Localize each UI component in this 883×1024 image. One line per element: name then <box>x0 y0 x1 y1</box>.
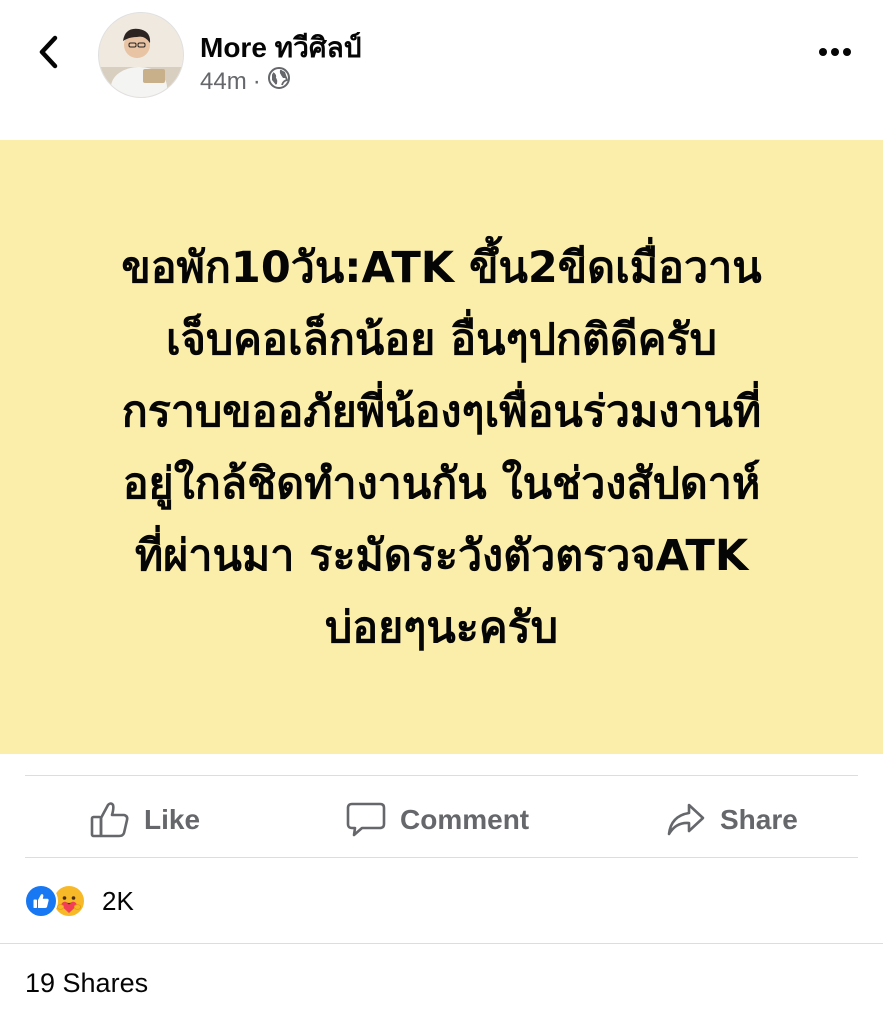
thumbs-up-icon <box>90 801 130 839</box>
shares-count[interactable]: 19 Shares <box>25 968 148 999</box>
like-reaction-icon <box>24 884 58 918</box>
more-options-button[interactable] <box>815 38 855 68</box>
globe-icon[interactable] <box>267 66 291 97</box>
author-name[interactable]: More ทวีศิลป์ <box>200 26 362 70</box>
like-button[interactable]: Like <box>90 790 200 850</box>
divider <box>25 857 858 858</box>
post-meta: 44m · <box>200 66 291 97</box>
meta-separator: · <box>252 67 261 95</box>
comment-icon <box>346 801 386 839</box>
author-avatar[interactable] <box>98 12 184 98</box>
avatar-photo <box>99 13 183 97</box>
post-time[interactable]: 44m <box>200 68 247 96</box>
post-text: ขอพัก10วัน:ATK ขึ้น2ขีดเมื่อวาน เจ็บคอเล… <box>121 243 762 653</box>
reactions-summary[interactable]: 2K <box>24 883 134 919</box>
share-button[interactable]: Share <box>666 790 798 850</box>
chevron-left-icon <box>36 34 60 75</box>
divider <box>25 775 858 776</box>
back-button[interactable] <box>30 34 66 74</box>
reaction-count: 2K <box>102 885 134 916</box>
post-header: More ทวีศิลป์ 44m · <box>0 0 883 140</box>
share-arrow-icon <box>666 801 706 839</box>
post-page: More ทวีศิลป์ 44m · ขอพัก10วัน:ATK ขึ้น2… <box>0 0 883 1024</box>
share-label: Share <box>720 804 798 835</box>
comment-label: Comment <box>400 804 530 835</box>
ellipsis-icon <box>818 44 852 62</box>
like-label: Like <box>144 804 201 835</box>
divider <box>0 943 883 944</box>
comment-button[interactable]: Comment <box>346 790 529 850</box>
